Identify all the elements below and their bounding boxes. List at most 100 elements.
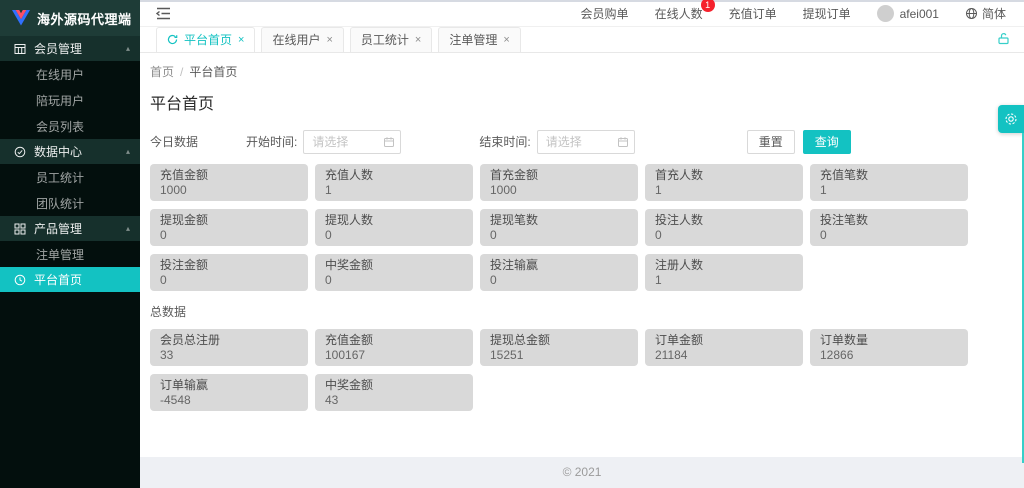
stat-value: 0: [325, 228, 463, 243]
stat-label: 提现总金额: [490, 333, 628, 348]
stat-card: 提现金额 0: [150, 209, 308, 246]
refresh-icon[interactable]: [167, 34, 178, 45]
stat-value: 33: [160, 348, 298, 363]
end-time-label: 结束时间:: [479, 133, 530, 150]
appstore-icon: [14, 223, 26, 235]
stat-card: 注册人数 1: [645, 254, 803, 291]
sidebar-group-data-center[interactable]: 数据中心 ▴: [0, 139, 140, 164]
start-date-input[interactable]: [303, 130, 401, 154]
today-section-label: 今日数据: [150, 133, 198, 150]
check-circle-icon: [14, 146, 26, 158]
stat-value: -4548: [160, 393, 298, 408]
tab-bet-orders[interactable]: 注单管理 ×: [438, 27, 520, 52]
sidebar-item-bet-orders[interactable]: 注单管理: [0, 241, 140, 267]
stat-value: 100167: [325, 348, 463, 363]
sidebar-item-member-list[interactable]: 会员列表: [0, 113, 140, 139]
sidebar-group-member-management[interactable]: 会员管理 ▴: [0, 36, 140, 61]
stat-card: 订单数量 12866: [810, 329, 968, 366]
filter-row: 今日数据 开始时间: 结束时间: 重置 查询: [150, 130, 1008, 154]
sidebar-item-label: 陪玩用户: [36, 92, 84, 109]
close-icon[interactable]: ×: [415, 34, 421, 46]
stat-card: 提现笔数 0: [480, 209, 638, 246]
stat-label: 投注金额: [160, 258, 298, 273]
breadcrumb: 首页/平台首页: [150, 63, 1008, 80]
stat-label: 订单数量: [820, 333, 958, 348]
stat-label: 充值金额: [325, 333, 463, 348]
reset-button[interactable]: 重置: [747, 130, 795, 154]
tab-staff-stats[interactable]: 员工统计 ×: [350, 27, 432, 52]
sidebar-item-label: 注单管理: [36, 246, 84, 263]
sidebar-group-label: 会员管理: [34, 40, 82, 57]
start-time-label: 开始时间:: [246, 133, 297, 150]
language-switcher[interactable]: 简体: [965, 5, 1006, 22]
stat-value: 43: [325, 393, 463, 408]
page-content: 首页/平台首页 平台首页 今日数据 开始时间: 结束时间:: [140, 53, 1024, 411]
logo-text: 海外源码代理端: [37, 9, 132, 28]
caret-up-icon: ▴: [126, 224, 130, 233]
sidebar-menu: 会员管理 ▴ 在线用户 陪玩用户 会员列表 数据中心 ▴ 员工统计: [0, 36, 140, 292]
stat-label: 充值金额: [160, 168, 298, 183]
sidebar-item-online-users[interactable]: 在线用户: [0, 61, 140, 87]
stat-card: 订单金额 21184: [645, 329, 803, 366]
link-member-purchase-orders[interactable]: 会员购单: [581, 5, 629, 22]
stat-label: 订单输赢: [160, 378, 298, 393]
sidebar-group-label: 产品管理: [34, 220, 82, 237]
close-icon[interactable]: ×: [326, 34, 332, 46]
today-stats-grid: 充值金额 1000 充值人数 1 首充金额 1000 首充人数: [150, 164, 1008, 291]
stat-card: 投注金额 0: [150, 254, 308, 291]
stat-card: 充值金额 100167: [315, 329, 473, 366]
stat-value: 1000: [490, 183, 628, 198]
end-date-input[interactable]: [537, 130, 635, 154]
stat-label: 提现金额: [160, 213, 298, 228]
stat-label: 首充人数: [655, 168, 793, 183]
stat-card: 首充人数 1: [645, 164, 803, 201]
tab-label: 在线用户: [272, 31, 320, 48]
link-withdrawal-orders[interactable]: 提现订单: [803, 5, 851, 22]
stat-label: 中奖金额: [325, 258, 463, 273]
stat-value: 0: [490, 273, 628, 288]
user-menu[interactable]: afei001: [877, 5, 939, 22]
stat-value: 0: [820, 228, 958, 243]
stat-card: 中奖金额 43: [315, 374, 473, 411]
tab-bar: 平台首页 × 在线用户 × 员工统计 × 注单管理 ×: [140, 27, 1024, 53]
sidebar-item-team-stats[interactable]: 团队统计: [0, 190, 140, 216]
unlock-icon[interactable]: [997, 32, 1010, 45]
tab-platform-home[interactable]: 平台首页 ×: [156, 27, 255, 52]
tab-label: 平台首页: [184, 31, 232, 48]
logo-v-icon: [12, 10, 30, 26]
online-count-label: 在线人数: [655, 7, 703, 21]
end-date-picker[interactable]: [537, 130, 635, 154]
sidebar-item-platform-home[interactable]: 平台首页: [0, 267, 140, 292]
stat-card: 订单输赢 -4548: [150, 374, 308, 411]
stat-value: 0: [325, 273, 463, 288]
app-window: 海外源码代理端 会员管理 ▴ 在线用户 陪玩用户 会员列表: [0, 0, 1024, 488]
tab-online-users[interactable]: 在线用户 ×: [261, 27, 343, 52]
breadcrumb-home[interactable]: 首页: [150, 65, 174, 79]
close-icon[interactable]: ×: [503, 34, 509, 46]
copyright-text: © 2021: [563, 465, 602, 479]
sidebar-group-product-management[interactable]: 产品管理 ▴: [0, 216, 140, 241]
caret-up-icon: ▴: [126, 44, 130, 53]
stat-label: 提现人数: [325, 213, 463, 228]
stat-value: 12866: [820, 348, 958, 363]
logo: 海外源码代理端: [0, 0, 140, 36]
sidebar-item-staff-stats[interactable]: 员工统计: [0, 164, 140, 190]
stat-value: 1: [655, 273, 793, 288]
stat-label: 中奖金额: [325, 378, 463, 393]
stat-card: 充值人数 1: [315, 164, 473, 201]
link-recharge-orders[interactable]: 充值订单: [729, 5, 777, 22]
menu-fold-icon[interactable]: [156, 7, 171, 20]
close-icon[interactable]: ×: [238, 34, 244, 46]
stat-value: 1000: [160, 183, 298, 198]
query-button[interactable]: 查询: [803, 130, 851, 154]
link-online-count[interactable]: 在线人数 1: [655, 5, 703, 22]
stat-label: 投注输赢: [490, 258, 628, 273]
stat-value: 1: [655, 183, 793, 198]
settings-gear-button[interactable]: [998, 105, 1024, 133]
stat-card: 提现总金额 15251: [480, 329, 638, 366]
sidebar-item-companion-users[interactable]: 陪玩用户: [0, 87, 140, 113]
start-date-picker[interactable]: [303, 130, 401, 154]
stat-value: 1: [820, 183, 958, 198]
sidebar-item-label: 平台首页: [34, 271, 82, 288]
stat-card: 中奖金额 0: [315, 254, 473, 291]
